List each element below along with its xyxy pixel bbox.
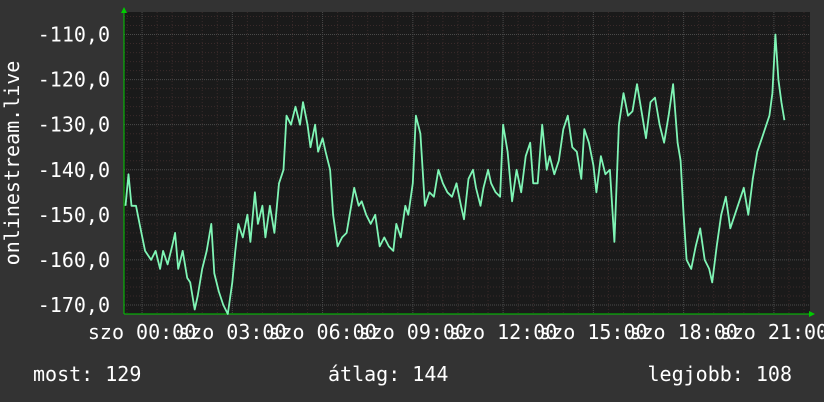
best-value: legjobb: 108 — [647, 362, 793, 386]
x-tick-label: szo 21:00 — [720, 320, 824, 344]
y-tick-label: -130,0 — [38, 113, 110, 137]
y-axis-arrow-icon — [121, 7, 127, 13]
x-axis-arrow-icon — [809, 311, 815, 317]
y-tick-labels: -110,0 -120,0 -130,0 -140,0 -150,0 -160,0 -170… — [38, 23, 110, 317]
y-tick-label: -120,0 — [38, 68, 110, 92]
x-tick-labels: szo 00:00szo 03:00szo 06:00szo 09:00szo … — [88, 320, 824, 344]
y-tick-label: -140,0 — [38, 158, 110, 182]
y-tick-label: -170,0 — [38, 293, 110, 317]
y-tick-label: -110,0 — [38, 23, 110, 47]
y-axis-label: onlinestream.live — [0, 61, 24, 266]
y-tick-label: -160,0 — [38, 248, 110, 272]
stats-bar: most: 129 átlag: 144 legjobb: 108 — [0, 362, 824, 388]
average-value: átlag: 144 — [328, 362, 449, 386]
line-chart: -110,0 -120,0 -130,0 -140,0 -150,0 -160,0 -170… — [0, 7, 824, 344]
y-tick-label: -150,0 — [38, 203, 110, 227]
current-value: most: 129 — [33, 362, 142, 386]
